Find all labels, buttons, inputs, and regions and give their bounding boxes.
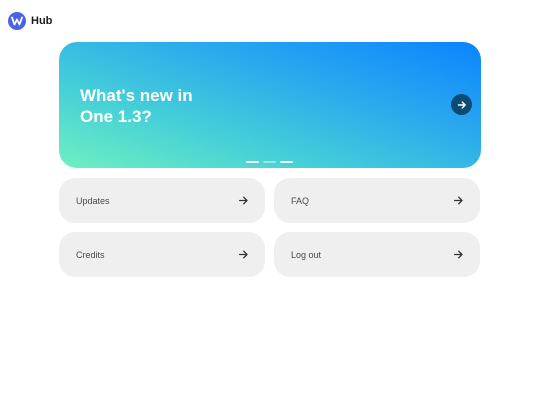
hub-logo-icon[interactable]: [8, 12, 26, 30]
arrow-right-icon: [452, 249, 464, 261]
log-out-tile[interactable]: Log out: [274, 232, 480, 277]
tile-label: Updates: [76, 195, 110, 206]
banner-title: What's new in One 1.3?: [80, 86, 193, 126]
arrow-right-icon: [237, 249, 249, 261]
faq-tile[interactable]: FAQ: [274, 178, 480, 223]
carousel-dot[interactable]: [246, 161, 259, 163]
updates-tile[interactable]: Updates: [59, 178, 265, 223]
carousel-pagination: [246, 161, 293, 163]
tile-label: Credits: [76, 249, 105, 260]
arrow-right-icon: [237, 195, 249, 207]
carousel-dot[interactable]: [280, 161, 293, 163]
arrow-right-icon: [457, 100, 466, 109]
whats-new-banner[interactable]: What's new in One 1.3?: [59, 42, 481, 168]
arrow-right-icon: [452, 195, 464, 207]
carousel-dot[interactable]: [263, 161, 276, 163]
app-header: Hub: [8, 12, 52, 30]
tile-label: FAQ: [291, 195, 310, 206]
banner-next-button[interactable]: [451, 94, 472, 115]
tile-label: Log out: [291, 249, 322, 260]
credits-tile[interactable]: Credits: [59, 232, 265, 277]
brand-name: Hub: [31, 15, 53, 27]
